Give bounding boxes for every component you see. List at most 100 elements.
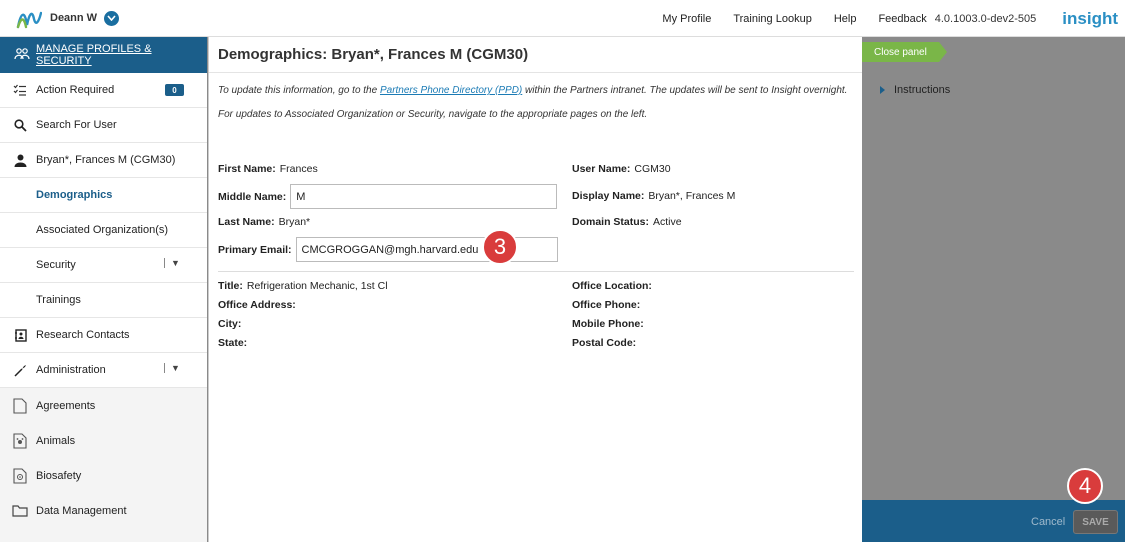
- office-location-field: Office Location:: [572, 280, 656, 292]
- sidebar-item-label: Demographics: [36, 189, 113, 201]
- user-icon: [12, 152, 28, 168]
- sidebar-item-agreements[interactable]: Agreements: [0, 388, 207, 423]
- insight-logo-icon[interactable]: [16, 7, 42, 29]
- nav-my-profile[interactable]: My Profile: [662, 13, 711, 25]
- field-label: Office Phone:: [572, 299, 641, 311]
- sidebar-item-animals[interactable]: Animals: [0, 423, 207, 458]
- postal-code-field: Postal Code:: [572, 337, 640, 349]
- domain-status-value: Active: [653, 216, 682, 228]
- sidebar-item-label: Associated Organization(s): [36, 224, 169, 236]
- version-label: 4.0.1003.0-dev2-505: [934, 12, 1037, 25]
- cancel-button[interactable]: Cancel: [1031, 516, 1065, 528]
- field-label: Office Address:: [218, 299, 296, 311]
- user-menu-chevron-icon[interactable]: [104, 10, 120, 26]
- sidebar-item-label: Security: [36, 259, 76, 271]
- panel-title: Demographics: Bryan*, Frances M (CGM30): [209, 37, 862, 73]
- user-name-field: User Name: CGM30: [572, 163, 671, 175]
- nav-training-lookup[interactable]: Training Lookup: [733, 13, 811, 25]
- field-label: Postal Code:: [572, 337, 637, 349]
- field-label: City:: [218, 318, 242, 330]
- nav-help[interactable]: Help: [834, 13, 857, 25]
- display-name-value: Bryan*, Frances M: [648, 190, 736, 202]
- first-name-field: First Name: Frances: [218, 163, 318, 175]
- chevron-down-icon[interactable]: ▼: [164, 258, 180, 268]
- demographics-panel: Demographics: Bryan*, Frances M (CGM30) …: [208, 37, 862, 542]
- field-label: Primary Email:: [218, 243, 292, 256]
- step-callout-3: 3: [482, 229, 518, 265]
- search-icon: [12, 117, 28, 133]
- step-callout-4: 4: [1067, 468, 1103, 504]
- chevron-down-icon[interactable]: ▼: [164, 363, 180, 373]
- field-label: First Name:: [218, 163, 276, 175]
- display-name-field: Display Name: Bryan*, Frances M: [572, 190, 735, 202]
- wrench-icon: [12, 362, 28, 378]
- mobile-phone-field: Mobile Phone:: [572, 318, 648, 330]
- sidebar-item-label: Agreements: [36, 399, 96, 412]
- instructions-label: Instructions: [894, 84, 951, 96]
- sidebar-item-label: Data Management: [36, 504, 127, 517]
- sidebar-item-administration[interactable]: Administration ▼: [0, 353, 207, 388]
- sidebar-item-trainings[interactable]: Trainings: [0, 283, 207, 318]
- caret-right-icon: [880, 86, 885, 94]
- sidebar-item-label: Trainings: [36, 294, 81, 306]
- state-field: State:: [218, 337, 251, 349]
- field-label: Last Name:: [218, 216, 275, 228]
- action-count-badge: 0: [165, 84, 184, 96]
- field-label: Office Location:: [572, 280, 652, 292]
- field-label: Domain Status:: [572, 216, 650, 228]
- middle-name-input[interactable]: [290, 184, 558, 209]
- sidebar-item-biosafety[interactable]: Biosafety: [0, 458, 207, 493]
- note-text: within the Partners intranet. The update…: [522, 85, 848, 96]
- user-name-value: CGM30: [634, 163, 671, 175]
- sidebar-item-associated-organizations[interactable]: Associated Organization(s): [0, 213, 207, 248]
- field-label: User Name:: [572, 163, 631, 175]
- field-label: Title:: [218, 280, 243, 292]
- last-name-field: Last Name: Bryan*: [218, 216, 310, 228]
- paw-document-icon: [12, 432, 28, 449]
- section-divider: [218, 271, 854, 272]
- sidebar-item-data-management[interactable]: Data Management: [0, 493, 207, 528]
- sidebar-item-label: Action Required: [36, 84, 115, 96]
- ppd-link[interactable]: Partners Phone Directory (PPD): [380, 85, 522, 96]
- sidebar-header-manage-profiles[interactable]: MANAGE PROFILES & SECURITY: [0, 37, 207, 73]
- checklist-icon: [12, 82, 28, 98]
- sidebar-item-search-user[interactable]: Search For User: [0, 108, 207, 143]
- sidebar-item-research-contacts[interactable]: Research Contacts: [0, 318, 207, 353]
- sidebar-header-label: MANAGE PROFILES & SECURITY: [36, 43, 152, 67]
- field-label: Mobile Phone:: [572, 318, 644, 330]
- office-address-field: Office Address:: [218, 299, 300, 311]
- top-nav: My Profile Training Lookup Help Feedback…: [662, 0, 1125, 37]
- sidebar-item-selected-user[interactable]: Bryan*, Frances M (CGM30): [0, 143, 207, 178]
- note-text: To update this information, go to the: [218, 85, 380, 96]
- save-button[interactable]: SAVE: [1073, 510, 1118, 534]
- field-label: Middle Name:: [218, 190, 287, 203]
- ppd-note: To update this information, go to the Pa…: [218, 83, 853, 99]
- user-name[interactable]: Deann W: [50, 12, 97, 24]
- sidebar-item-label: Administration: [36, 364, 106, 376]
- contact-book-icon: [12, 327, 28, 343]
- sidebar-item-demographics[interactable]: Demographics: [0, 178, 207, 213]
- primary-email-input[interactable]: [295, 237, 558, 262]
- people-icon: [14, 47, 30, 63]
- office-phone-field: Office Phone:: [572, 299, 644, 311]
- sidebar-item-label: Research Contacts: [36, 329, 130, 341]
- sidebar-item-security[interactable]: Security ▼: [0, 248, 207, 283]
- sidebar-item-label: Biosafety: [36, 469, 82, 482]
- top-bar: Deann W My Profile Training Lookup Help …: [0, 0, 1125, 37]
- sidebar-item-label: Animals: [36, 434, 76, 447]
- sidebar-item-label: Bryan*, Frances M (CGM30): [36, 154, 176, 166]
- domain-status-field: Domain Status: Active: [572, 216, 682, 228]
- document-icon: [12, 397, 28, 414]
- middle-name-field: Middle Name:: [218, 184, 558, 209]
- close-panel-button[interactable]: Close panel: [862, 42, 947, 62]
- first-name-value: Frances: [279, 163, 318, 175]
- field-label: Display Name:: [572, 190, 645, 202]
- sidebar-item-label: Search For User: [36, 119, 117, 131]
- title-value: Refrigeration Mechanic, 1st Cl: [246, 280, 388, 292]
- sidebar-item-action-required[interactable]: Action Required 0: [0, 73, 207, 108]
- sidebar: MANAGE PROFILES & SECURITY Action Requir…: [0, 37, 207, 542]
- instructions-toggle[interactable]: Instructions: [880, 84, 950, 96]
- biohazard-document-icon: [12, 467, 28, 484]
- last-name-value: Bryan*: [278, 216, 311, 228]
- nav-feedback[interactable]: Feedback: [878, 13, 926, 25]
